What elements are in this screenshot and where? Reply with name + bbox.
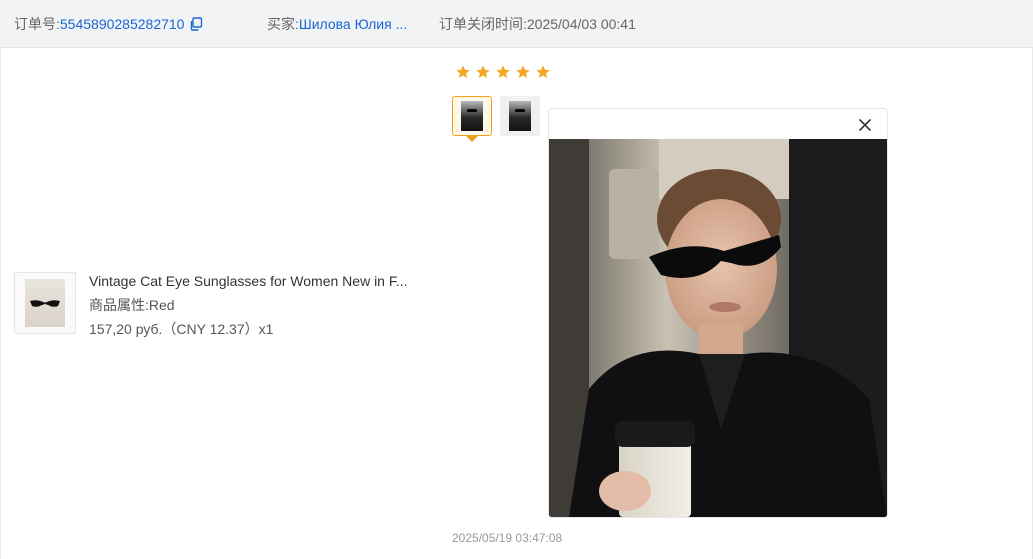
product-attribute: 商品属性:Red [89,296,175,314]
star-icon [496,65,510,78]
star-icon [456,65,470,78]
image-preview-popup [548,108,888,518]
close-icon[interactable] [857,117,873,133]
close-time-value: 2025/04/03 00:41 [526,16,636,32]
order-number-link[interactable]: 5545890285282710 [60,16,185,32]
review-thumbnail-2[interactable] [500,96,540,136]
review-thumbnail-image [509,101,531,131]
order-number-label: 订单号: [14,16,60,32]
close-time-group: 订单关闭时间: 2025/04/03 00:41 [439,0,636,48]
active-thumbnail-indicator [466,136,478,142]
star-icon [536,65,550,78]
order-number-group: 订单号: 5545890285282710 [14,0,203,48]
attribute-label: 商品属性: [89,297,149,313]
order-header: 订单号: 5545890285282710 买家: Шилова Юлия ..… [0,0,1033,48]
product-image [25,279,65,327]
product-title[interactable]: Vintage Cat Eye Sunglasses for Women New… [89,272,424,290]
star-icon [476,65,490,78]
close-time-label: 订单关闭时间: [439,16,527,32]
attribute-value: Red [148,297,175,313]
product-thumbnail[interactable] [14,272,76,334]
sunglasses-icon [30,300,60,307]
buyer-label: 买家: [267,16,299,32]
product-price: 157,20 руб.（CNY 12.37）x1 [89,321,274,337]
review-thumbnail-image [461,101,483,131]
product-info: Vintage Cat Eye Sunglasses for Women New… [14,272,434,337]
review-timestamp: 2025/05/19 03:47:08 [452,531,563,545]
review-photo [549,139,887,517]
star-icon [516,65,530,78]
copy-icon[interactable] [189,17,203,31]
star-rating [455,64,551,80]
review-thumbnail-1[interactable] [452,96,492,136]
buyer-name-link[interactable]: Шилова Юлия ... [299,16,407,32]
buyer-group: 买家: Шилова Юлия ... [267,0,407,48]
